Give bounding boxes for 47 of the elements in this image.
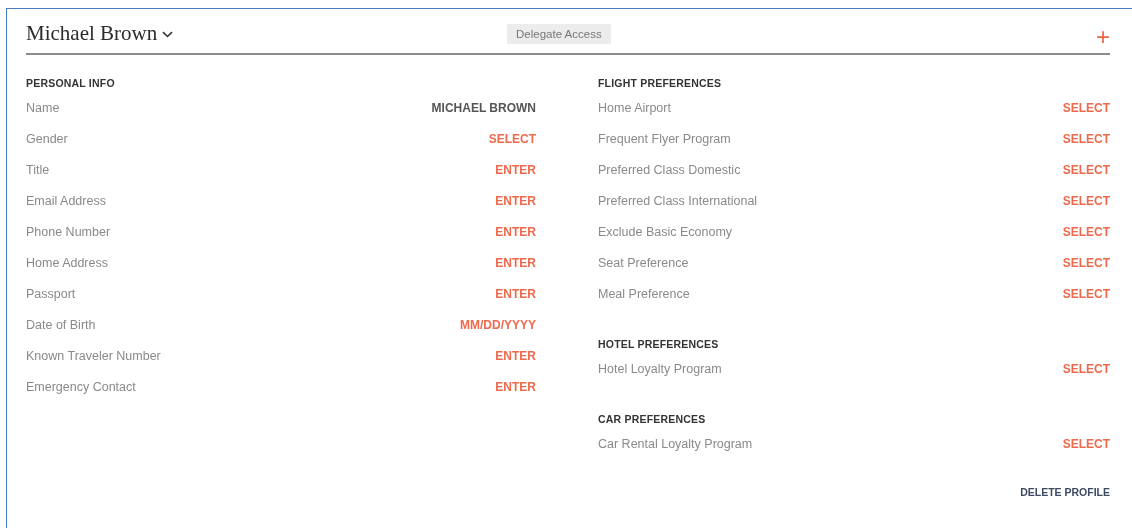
section-heading: FLIGHT PREFERENCES bbox=[598, 76, 723, 91]
section-heading: HOTEL PREFERENCES bbox=[598, 337, 720, 352]
field-value[interactable]: SELECT bbox=[1062, 286, 1110, 301]
field-label: Emergency Contact bbox=[26, 379, 136, 394]
field-label: Seat Preference bbox=[598, 255, 689, 270]
field-label: Known Traveler Number bbox=[26, 348, 161, 363]
field-label: Preferred Class Domestic bbox=[598, 162, 741, 177]
field-value[interactable]: ENTER bbox=[495, 348, 536, 363]
field-value[interactable]: MM/DD/YYYY bbox=[460, 317, 536, 332]
field-value[interactable]: SELECT bbox=[1062, 224, 1110, 239]
field-label: Preferred Class International bbox=[598, 193, 758, 208]
field-label: Frequent Flyer Program bbox=[598, 131, 731, 146]
field-label: Meal Preference bbox=[598, 286, 690, 301]
delete-profile-button[interactable]: DELETE PROFILE bbox=[1020, 486, 1110, 498]
field-value[interactable]: MICHAEL BROWN bbox=[431, 100, 536, 115]
field-label: Home Airport bbox=[598, 100, 671, 115]
field-value[interactable]: SELECT bbox=[1062, 255, 1110, 270]
field-label: Passport bbox=[26, 286, 76, 301]
field-label: Hotel Loyalty Program bbox=[598, 361, 722, 376]
field-value[interactable]: SELECT bbox=[1062, 193, 1110, 208]
field-label: Title bbox=[26, 162, 50, 177]
field-value[interactable]: ENTER bbox=[495, 379, 536, 394]
field-value[interactable]: SELECT bbox=[1062, 162, 1110, 177]
field-label: Home Address bbox=[26, 255, 108, 270]
field-value[interactable]: ENTER bbox=[495, 162, 536, 177]
field-label: Name bbox=[26, 100, 60, 115]
field-value[interactable]: ENTER bbox=[495, 193, 536, 208]
field-label: Gender bbox=[26, 131, 68, 146]
field-label: Date of Birth bbox=[26, 317, 96, 332]
field-label: Email Address bbox=[26, 193, 106, 208]
field-value[interactable]: ENTER bbox=[495, 224, 536, 239]
field-value[interactable]: SELECT bbox=[1062, 436, 1110, 451]
profile-name-dropdown[interactable]: Michael Brown bbox=[26, 20, 174, 46]
field-label: Phone Number bbox=[26, 224, 111, 239]
field-label: Exclude Basic Economy bbox=[598, 224, 733, 239]
add-button[interactable]: + bbox=[1096, 27, 1110, 47]
field-value[interactable]: SELECT bbox=[1062, 100, 1110, 115]
field-value[interactable]: ENTER bbox=[495, 286, 536, 301]
delegate-access-button[interactable]: Delegate Access bbox=[507, 24, 611, 44]
field-label: Car Rental Loyalty Program bbox=[598, 436, 753, 451]
section-heading: PERSONAL INFO bbox=[26, 76, 116, 91]
field-value[interactable]: ENTER bbox=[495, 255, 536, 270]
field-value[interactable]: SELECT bbox=[1062, 131, 1110, 146]
chevron-down-icon bbox=[162, 31, 174, 38]
field-value[interactable]: SELECT bbox=[1062, 361, 1110, 376]
field-value[interactable]: SELECT bbox=[488, 131, 536, 146]
section-heading: CAR PREFERENCES bbox=[598, 412, 707, 427]
